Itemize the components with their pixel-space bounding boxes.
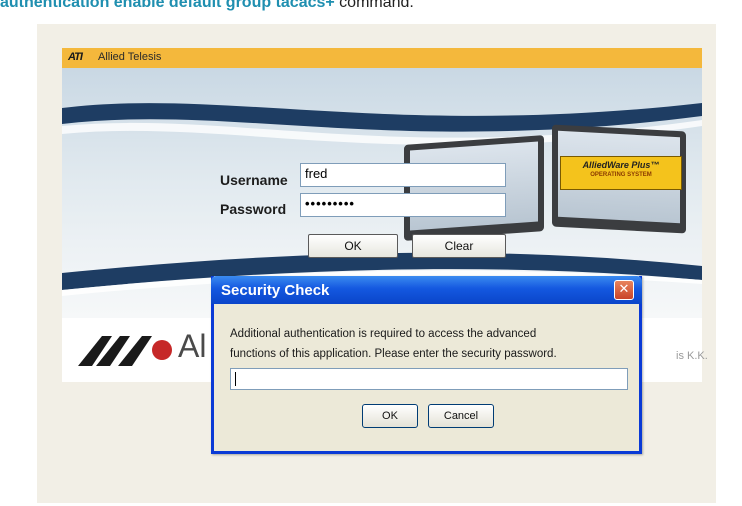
username-field[interactable]: fred bbox=[300, 163, 506, 187]
security-password-input[interactable] bbox=[230, 368, 628, 390]
company-suffix: is K.K. bbox=[676, 350, 708, 362]
alliedware-plus-badge: AlliedWare Plus™ OPERATING SYSTEM bbox=[560, 156, 682, 190]
security-check-dialog: Security Check ✕ Additional authenticati… bbox=[211, 276, 642, 454]
dialog-title: Security Check bbox=[221, 282, 330, 299]
login-clear-button[interactable]: Clear bbox=[412, 234, 506, 258]
dialog-message-line-1: Additional authentication is required to… bbox=[230, 328, 537, 340]
login-window-title: Allied Telesis bbox=[98, 51, 162, 63]
allied-telesis-logo-icon bbox=[78, 336, 172, 366]
command-text: authentication enable default group taca… bbox=[0, 0, 335, 11]
login-ok-button[interactable]: OK bbox=[308, 234, 398, 258]
dialog-ok-button[interactable]: OK bbox=[362, 404, 418, 428]
password-label: Password bbox=[220, 201, 287, 217]
dialog-cancel-button[interactable]: Cancel bbox=[428, 404, 494, 428]
dialog-titlebar: Security Check ✕ bbox=[211, 276, 642, 304]
doc-heading: authentication enable default group taca… bbox=[0, 0, 742, 16]
laptop-left-image bbox=[404, 135, 544, 241]
password-field[interactable]: ••••••••• bbox=[300, 193, 506, 217]
heading-suffix: command. bbox=[334, 0, 414, 11]
text-caret bbox=[235, 372, 236, 386]
close-icon[interactable]: ✕ bbox=[614, 280, 634, 300]
login-titlebar: ATI Allied Telesis bbox=[62, 48, 702, 69]
brand-text: Al bbox=[178, 328, 207, 364]
dialog-message-line-2: functions of this application. Please en… bbox=[230, 348, 557, 360]
username-label: Username bbox=[220, 172, 288, 188]
dialog-message: Additional authentication is required to… bbox=[230, 324, 630, 364]
at-logo-icon: ATI bbox=[68, 51, 83, 63]
